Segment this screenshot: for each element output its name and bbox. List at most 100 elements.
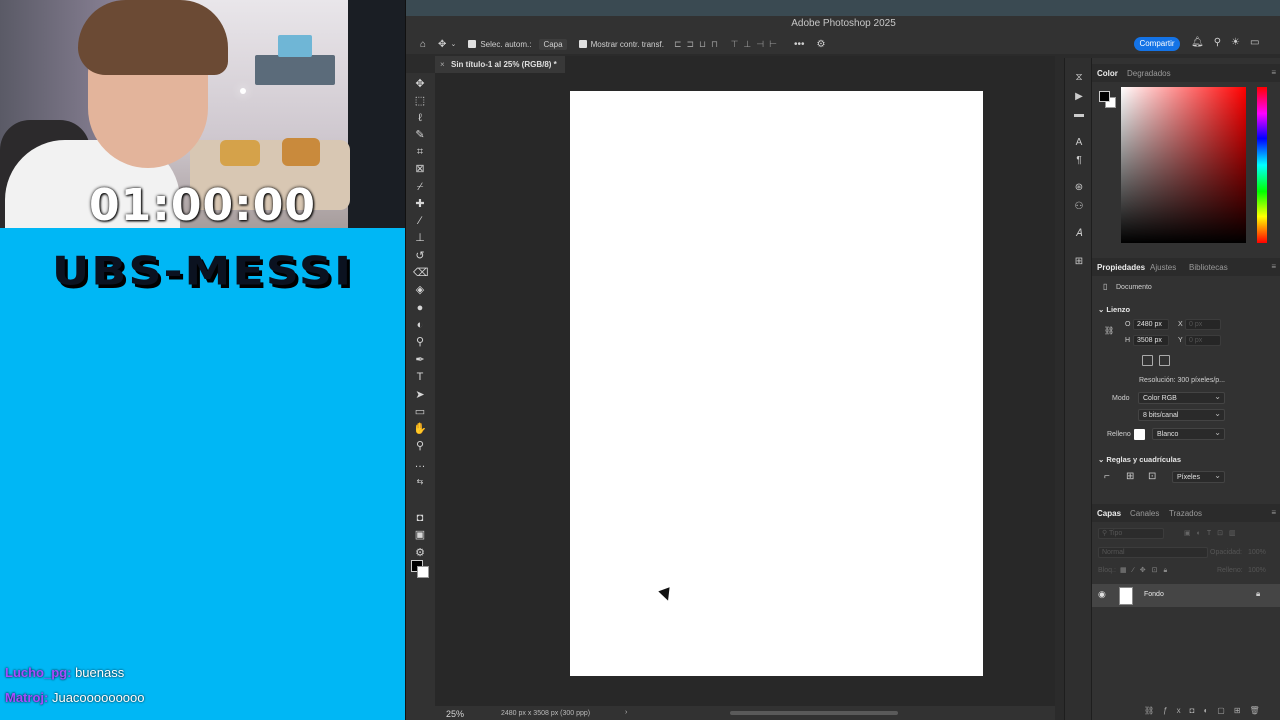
zoom-level[interactable]: 25% (446, 709, 464, 719)
background-color-swatch[interactable] (417, 566, 429, 578)
lightbulb-icon[interactable]: ☀ (1231, 37, 1250, 48)
document-canvas[interactable] (570, 91, 983, 676)
layer-filter-icons[interactable]: ▣◐T⊡▥ (1184, 529, 1242, 537)
bit-depth-dropdown[interactable]: 8 bits/canal (1138, 408, 1225, 421)
tab-libraries[interactable]: Bibliotecas (1189, 263, 1228, 272)
clone-source-icon[interactable]: ⚇ (1073, 201, 1085, 213)
blur-tool-icon[interactable]: ● (413, 301, 427, 315)
document-tab[interactable]: × Sin título-1 al 25% (RGB/8) * (435, 56, 565, 73)
auto-select-dropdown[interactable]: Capa (539, 38, 567, 50)
quick-mask-icon[interactable]: ◘ (413, 511, 427, 525)
link-icon[interactable]: ⛓ (1104, 326, 1114, 335)
comments-panel-icon[interactable]: ▬ (1073, 109, 1085, 121)
hue-slider[interactable] (1257, 87, 1267, 243)
actions-panel-icon[interactable]: ▶ (1073, 91, 1085, 103)
history-brush-tool-icon[interactable]: ↺ (413, 249, 427, 263)
horizontal-scrollbar[interactable] (730, 711, 898, 715)
more-icon[interactable]: ••• (794, 39, 805, 50)
stamp-tool-icon[interactable]: ⊥ (413, 231, 427, 245)
character-panel-icon[interactable]: A (1073, 137, 1085, 149)
edit-toolbar-icon[interactable]: ⚙ (413, 546, 427, 560)
auto-select-checkbox[interactable] (468, 40, 477, 48)
tab-channels[interactable]: Canales (1130, 509, 1159, 518)
color-mode-dropdown[interactable]: Color RGB (1138, 391, 1225, 404)
hand-tool-icon[interactable]: ✋ (413, 422, 427, 436)
landscape-orientation-button[interactable] (1159, 355, 1170, 366)
brush-tool-icon[interactable]: ∕ (413, 214, 427, 228)
quick-select-tool-icon[interactable]: ✎ (413, 128, 427, 142)
brush-settings-icon[interactable]: ⊛ (1073, 182, 1085, 194)
crop-tool-icon[interactable]: ⌗ (413, 145, 427, 159)
width-field[interactable]: 2480 px (1133, 319, 1169, 330)
ruler-icon[interactable]: ⌐ (1104, 471, 1110, 482)
tab-gradients[interactable]: Degradados (1127, 69, 1171, 78)
pen-tool-icon[interactable]: ✒ (413, 353, 427, 367)
layer-search-input[interactable]: ⚲ Tipo (1098, 528, 1164, 539)
share-button[interactable]: Compartir (1134, 37, 1180, 51)
canvas-area[interactable] (435, 73, 1084, 706)
frame-tool-icon[interactable]: ⊠ (413, 162, 427, 176)
y-field[interactable]: 0 px (1185, 335, 1221, 346)
fill-value[interactable]: 100% (1248, 567, 1266, 574)
swap-colors-icon[interactable]: ⇆ (413, 475, 427, 489)
path-select-tool-icon[interactable]: ➤ (413, 388, 427, 402)
dodge-tool-icon[interactable]: ◐ (413, 318, 427, 332)
search-icon[interactable]: ⚲ (1214, 37, 1231, 48)
screen-mode-icon[interactable]: ▣ (413, 528, 427, 542)
layers-footer-icons[interactable]: ⛓ƒx◘◐▢⊞🗑︎ (1144, 706, 1269, 715)
bell-icon[interactable]: 🔔︎ (1191, 37, 1214, 48)
healing-brush-tool-icon[interactable]: ✚ (413, 197, 427, 211)
eye-icon[interactable]: ◉ (1098, 589, 1106, 600)
libraries-panel-icon[interactable]: ⊞ (1073, 256, 1085, 268)
workspace-icon[interactable]: ▭ (1250, 37, 1269, 48)
ruler-units-dropdown[interactable]: Píxeles (1172, 470, 1225, 483)
rectangle-tool-icon[interactable]: ▭ (413, 405, 427, 419)
x-field[interactable]: 0 px (1185, 319, 1221, 330)
lock-icons[interactable]: ▦∕✥⊡🔒︎ (1120, 566, 1173, 575)
zoom-tool-icon[interactable]: ⚲ (413, 439, 427, 453)
home-icon[interactable]: ⌂ (420, 39, 426, 50)
rulers-section-heading[interactable]: ⌄ Reglas y cuadrículas (1098, 455, 1181, 464)
blend-mode-dropdown[interactable]: Normal (1098, 547, 1208, 558)
eraser-tool-icon[interactable]: ⌫ (413, 266, 429, 280)
more-tools-icon[interactable]: … (413, 457, 427, 471)
chevron-down-icon[interactable]: ⌄ (450, 40, 456, 48)
panel-menu-icon[interactable]: ≡ (1271, 68, 1276, 77)
move-tool-icon[interactable]: ✥ (438, 39, 446, 50)
paragraph-panel-icon[interactable]: ¶ (1073, 155, 1085, 167)
tab-color[interactable]: Color (1097, 69, 1118, 78)
glyphs-panel-icon[interactable]: 𝐴 (1073, 228, 1085, 240)
show-transform-checkbox[interactable] (578, 40, 587, 48)
lock-icon[interactable]: 🔒︎ (1256, 589, 1260, 599)
pixel-grid-icon[interactable]: ⊡ (1148, 471, 1156, 482)
panel-menu-icon[interactable]: ≡ (1271, 508, 1276, 517)
tab-adjustments[interactable]: Ajustes (1150, 263, 1176, 272)
tab-properties[interactable]: Propiedades (1097, 263, 1145, 272)
color-foreground-swatch[interactable] (1099, 91, 1110, 102)
close-tab-icon[interactable]: × (440, 56, 445, 73)
portrait-orientation-button[interactable] (1142, 355, 1153, 366)
status-menu-arrow[interactable]: › (625, 709, 627, 716)
tab-paths[interactable]: Trazados (1169, 509, 1202, 518)
marquee-tool-icon[interactable]: ⬚ (413, 94, 427, 108)
align-icons[interactable]: ⊏⊐⊔⊓ ⊤⊥⊣⊢ (674, 39, 782, 50)
layer-row[interactable]: ◉ Fondo 🔒︎ (1092, 584, 1280, 607)
type-tool-icon[interactable]: T (413, 370, 427, 384)
fill-color-swatch[interactable] (1134, 429, 1145, 440)
move-tool-icon[interactable]: ✥ (413, 77, 427, 91)
eyedropper-tool-icon[interactable]: ⌿ (413, 180, 427, 194)
history-panel-icon[interactable]: ⧖ (1073, 72, 1085, 84)
fill-dropdown[interactable]: Blanco (1152, 427, 1225, 440)
sponge-tool-icon[interactable]: ⚲ (413, 335, 427, 349)
grid-icon[interactable]: ⊞ (1126, 471, 1134, 482)
gear-icon[interactable]: ⚙ (816, 39, 825, 50)
lasso-tool-icon[interactable]: ℓ (413, 111, 427, 125)
paint-bucket-tool-icon[interactable]: ◈ (413, 283, 427, 297)
height-field[interactable]: 3508 px (1133, 335, 1169, 346)
color-picker-field[interactable] (1121, 87, 1246, 243)
panel-menu-icon[interactable]: ≡ (1271, 262, 1276, 271)
opacity-value[interactable]: 100% (1248, 549, 1266, 556)
tab-layers[interactable]: Capas (1097, 509, 1121, 518)
canvas-section-heading[interactable]: ⌄ Lienzo (1098, 305, 1130, 314)
layer-name[interactable]: Fondo (1144, 591, 1164, 598)
